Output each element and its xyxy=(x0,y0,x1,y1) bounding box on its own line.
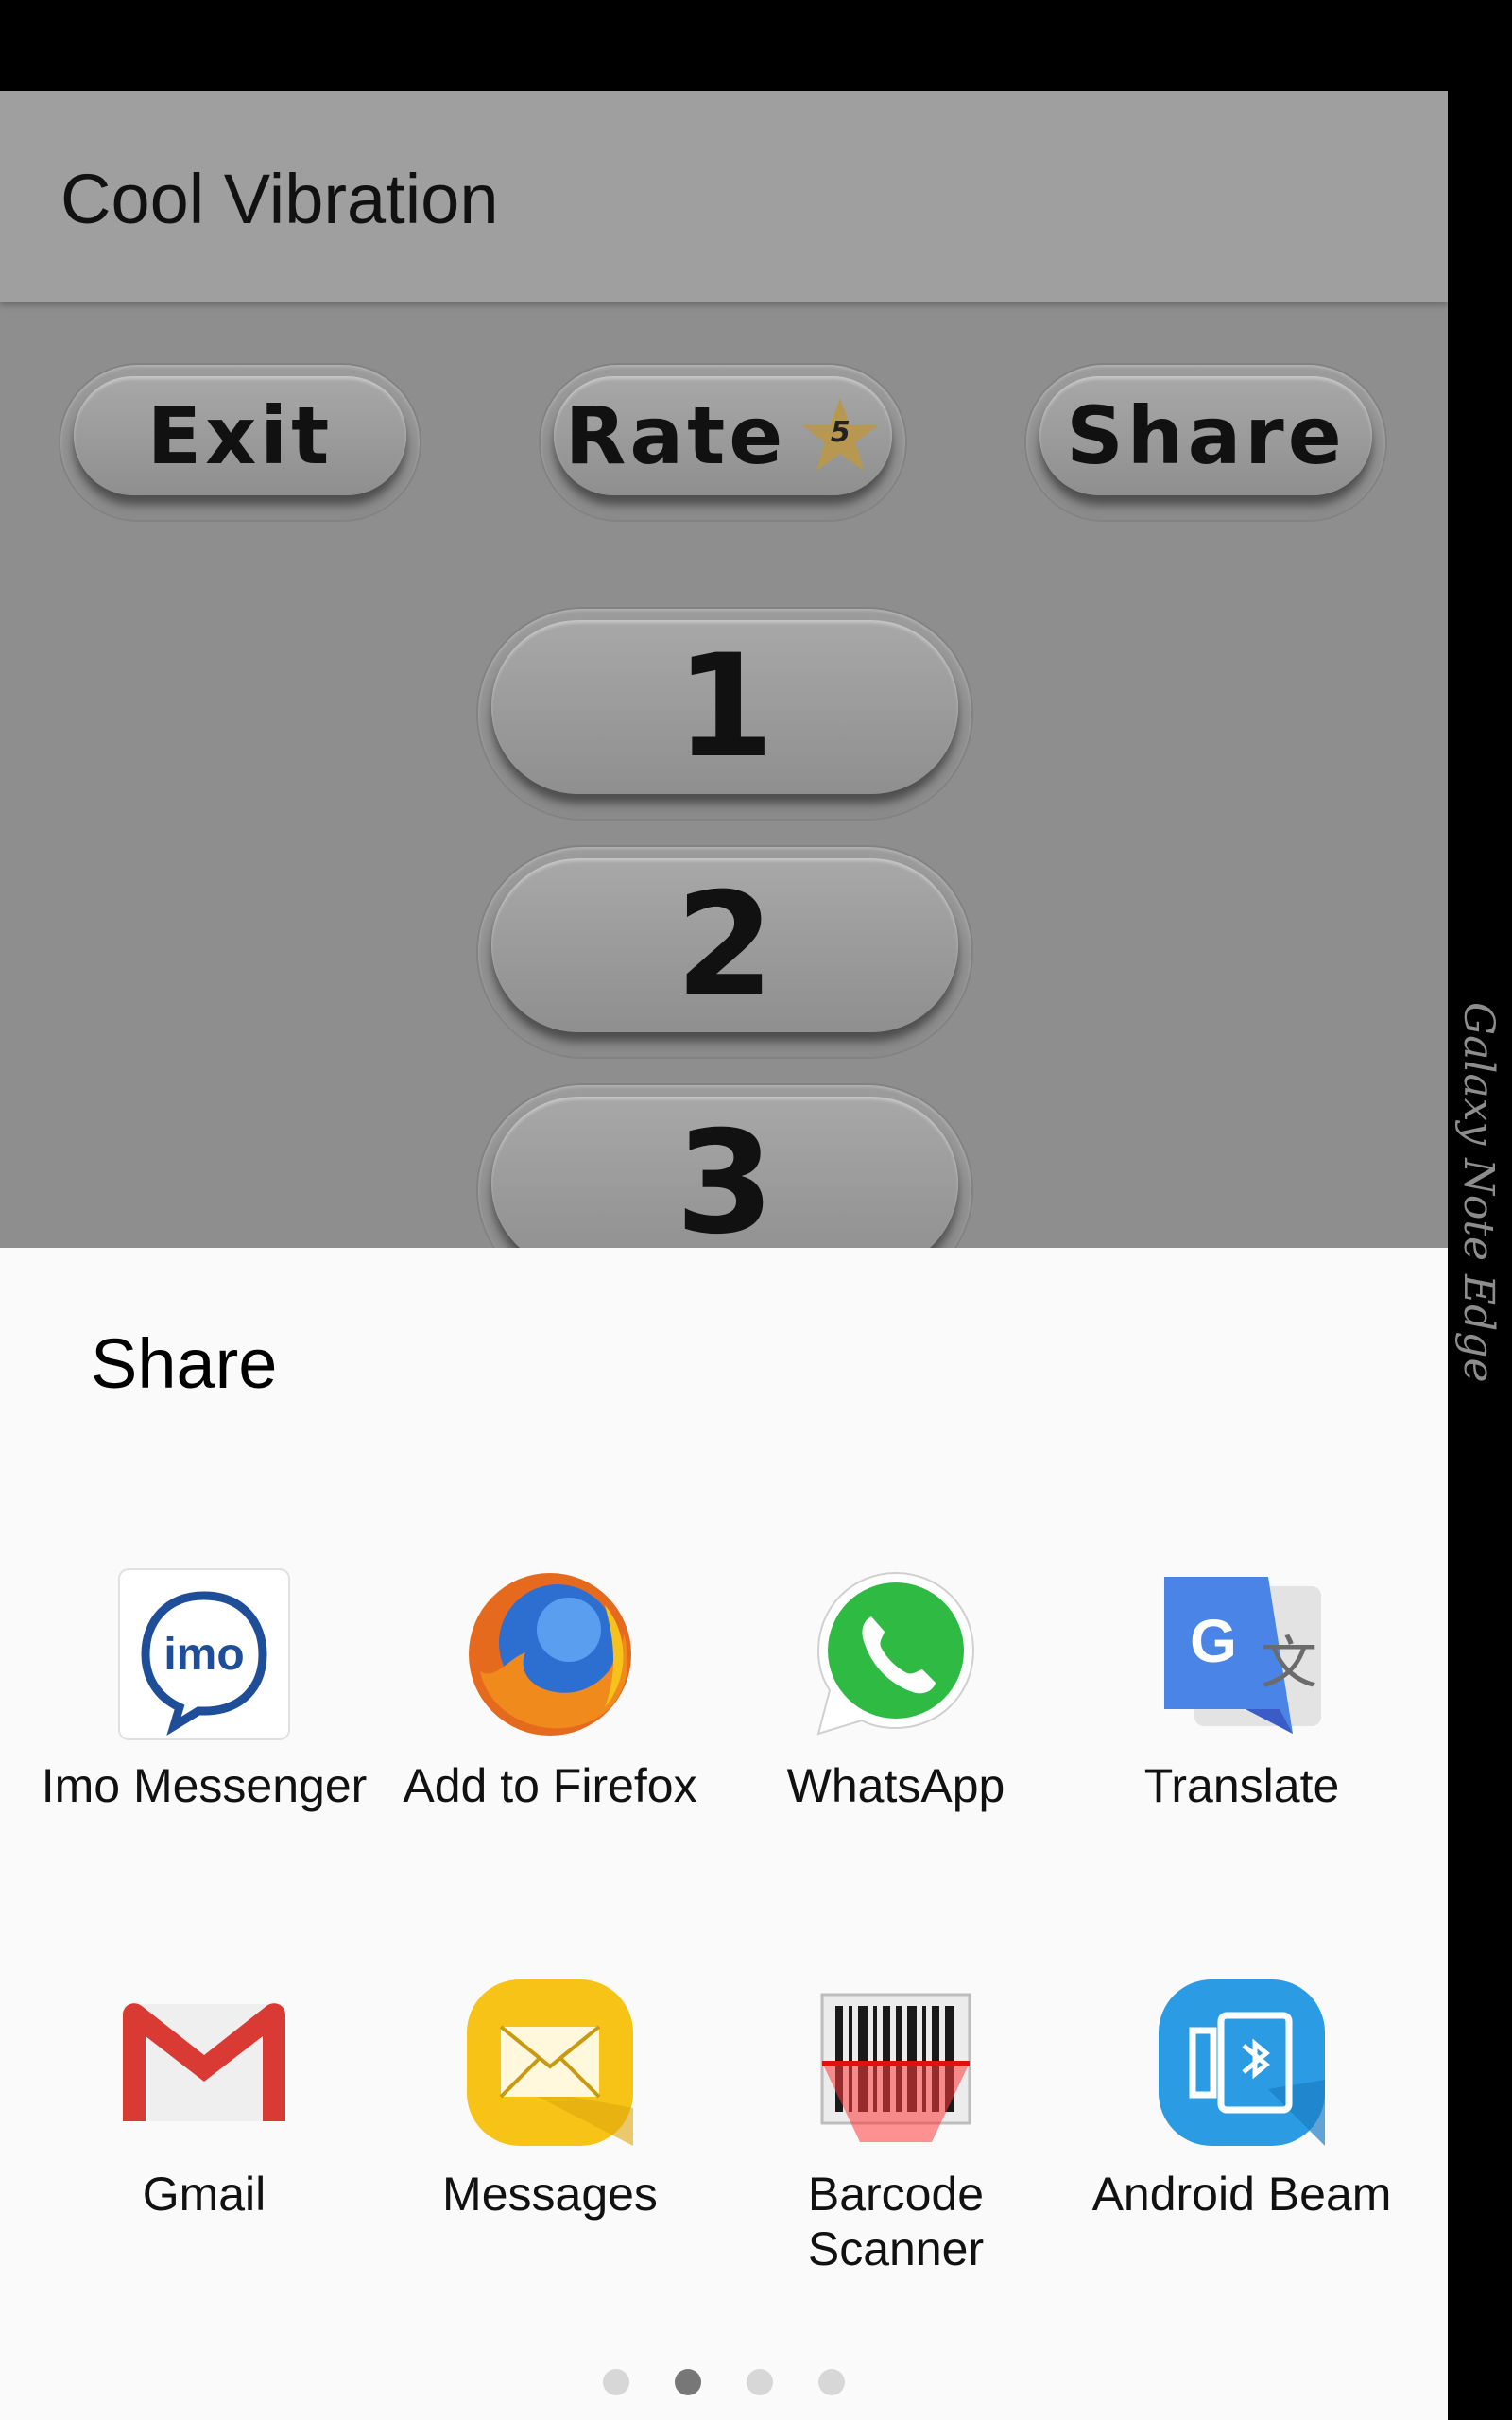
pattern-label: 1 xyxy=(675,625,775,789)
whatsapp-icon xyxy=(809,1567,983,1741)
svg-text:G: G xyxy=(1190,1607,1237,1675)
rate-button-face: Rate 5 xyxy=(554,376,892,495)
edge-panel-label: Galaxy Note Edge xyxy=(1454,1002,1503,1383)
app-label: WhatsApp xyxy=(786,1759,1005,1812)
imo-icon: imo xyxy=(117,1567,291,1741)
barcode-scanner-icon xyxy=(809,1976,983,2150)
app-label: Barcode Scanner xyxy=(807,2168,985,2275)
page-dot[interactable] xyxy=(603,2369,629,2395)
vibration-pattern-2-button[interactable]: 2 xyxy=(478,847,971,1057)
app-label: Imo Messenger xyxy=(41,1759,368,1812)
share-target-translate[interactable]: G 文 Translate xyxy=(1069,1567,1415,1927)
pattern-button-face: 3 xyxy=(491,1097,958,1248)
pattern-button-face: 2 xyxy=(491,858,958,1032)
rate-button[interactable]: Rate 5 xyxy=(541,365,905,520)
exit-button-label: Exit xyxy=(146,389,334,482)
page-indicator xyxy=(0,2369,1448,2395)
google-translate-icon: G 文 xyxy=(1155,1567,1329,1741)
gmail-icon xyxy=(117,1976,291,2150)
share-target-imo[interactable]: imo Imo Messenger xyxy=(31,1567,377,1927)
share-sheet-title: Share xyxy=(91,1324,278,1403)
svg-text:文: 文 xyxy=(1261,1631,1317,1697)
vibration-pattern-3-button[interactable]: 3 xyxy=(478,1085,971,1248)
app-label: Messages xyxy=(442,2168,658,2221)
vibration-pattern-1-button[interactable]: 1 xyxy=(478,609,971,819)
share-target-firefox[interactable]: Add to Firefox xyxy=(377,1567,723,1927)
share-button-label: Share xyxy=(1066,389,1346,482)
pattern-label: 2 xyxy=(675,863,775,1028)
share-target-gmail[interactable]: Gmail xyxy=(31,1976,377,2335)
pattern-button-face: 1 xyxy=(491,620,958,794)
firefox-icon xyxy=(463,1567,637,1741)
share-sheet: Share imo Imo Messenger Add to Firefox W… xyxy=(0,1248,1448,2420)
app-bar: Cool Vibration xyxy=(0,91,1448,302)
pattern-label: 3 xyxy=(675,1101,775,1248)
app-label: Translate xyxy=(1143,1759,1340,1812)
page-dot[interactable] xyxy=(818,2369,845,2395)
share-button-face: Share xyxy=(1040,376,1372,495)
share-target-messages[interactable]: Messages xyxy=(377,1976,723,2335)
star-rating-number: 5 xyxy=(830,416,850,449)
page-dot[interactable] xyxy=(747,2369,773,2395)
share-button[interactable]: Share xyxy=(1026,365,1385,520)
share-target-whatsapp[interactable]: WhatsApp xyxy=(723,1567,1069,1927)
share-target-android-beam[interactable]: Android Beam xyxy=(1069,1976,1415,2335)
app-label: Android Beam xyxy=(1091,2168,1392,2221)
messages-icon xyxy=(463,1976,637,2150)
star-icon: 5 xyxy=(799,395,881,476)
app-label: Add to Firefox xyxy=(403,1759,697,1812)
page-dot-active[interactable] xyxy=(675,2369,701,2395)
app-screen: Cool Vibration Exit Rate 5 Share 1 2 3 xyxy=(0,91,1448,1248)
exit-button[interactable]: Exit xyxy=(60,365,420,520)
app-label: Gmail xyxy=(142,2168,266,2221)
exit-button-face: Exit xyxy=(74,376,406,495)
svg-text:imo: imo xyxy=(163,1630,244,1680)
rate-button-label: Rate xyxy=(564,389,787,482)
app-title: Cool Vibration xyxy=(60,160,499,238)
share-target-barcode-scanner[interactable]: Barcode Scanner xyxy=(723,1976,1069,2335)
status-bar xyxy=(0,0,1448,91)
android-beam-icon xyxy=(1155,1976,1329,2150)
